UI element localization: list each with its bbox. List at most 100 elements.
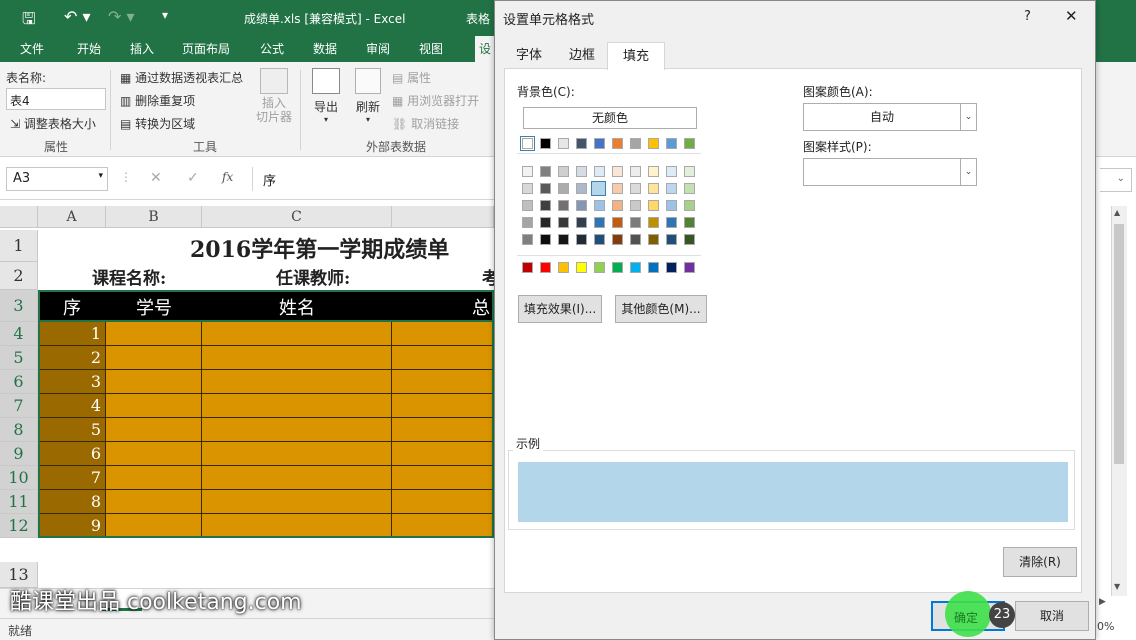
data-cell[interactable]	[106, 394, 202, 418]
theme-color-swatch[interactable]	[576, 138, 587, 149]
tint-color-swatch[interactable]	[612, 166, 623, 177]
tint-color-swatch[interactable]	[666, 166, 677, 177]
data-cell[interactable]	[202, 394, 392, 418]
tab-home[interactable]: 开始	[77, 40, 101, 57]
theme-color-swatch[interactable]	[612, 138, 623, 149]
save-icon[interactable]: 🖫	[22, 8, 36, 35]
tab-design[interactable]: 设	[475, 36, 496, 62]
standard-color-swatch[interactable]	[630, 262, 641, 273]
tab-insert[interactable]: 插入	[130, 40, 154, 57]
standard-color-swatch[interactable]	[540, 262, 551, 273]
seq-cell[interactable]: 6	[38, 442, 106, 466]
tint-color-swatch[interactable]	[540, 234, 551, 245]
ok-button-label[interactable]: 确定	[954, 609, 978, 626]
tint-color-swatch[interactable]	[630, 183, 641, 194]
tint-color-swatch[interactable]	[558, 200, 569, 211]
data-cell[interactable]	[392, 466, 494, 490]
selected-swatch-highlight[interactable]	[591, 181, 606, 196]
tint-color-swatch[interactable]	[666, 200, 677, 211]
tab-review[interactable]: 审阅	[366, 40, 390, 57]
header-student-id[interactable]: 学号	[106, 294, 202, 320]
row-header-5[interactable]: 5	[0, 346, 38, 370]
scrollbar-thumb[interactable]	[1114, 224, 1124, 464]
tint-color-swatch[interactable]	[648, 200, 659, 211]
tint-color-swatch[interactable]	[630, 200, 641, 211]
header-seq[interactable]: 序	[38, 294, 106, 320]
header-name[interactable]: 姓名	[202, 294, 392, 320]
scroll-down-icon[interactable]: ▼	[1114, 582, 1120, 591]
data-cell[interactable]	[392, 322, 494, 346]
tab-font[interactable]: 字体	[507, 42, 551, 69]
theme-color-swatch[interactable]	[558, 138, 569, 149]
data-cell[interactable]	[392, 514, 494, 538]
tint-color-swatch[interactable]	[684, 217, 695, 228]
seq-cell[interactable]: 2	[38, 346, 106, 370]
row-header-9[interactable]: 9	[0, 442, 38, 466]
data-cell[interactable]	[392, 394, 494, 418]
row-header-10[interactable]: 10	[0, 466, 38, 490]
tint-color-swatch[interactable]	[648, 234, 659, 245]
select-all-corner[interactable]	[0, 206, 38, 228]
tint-color-swatch[interactable]	[522, 166, 533, 177]
tint-color-swatch[interactable]	[558, 234, 569, 245]
tint-color-swatch[interactable]	[594, 234, 605, 245]
seq-cell[interactable]: 4	[38, 394, 106, 418]
tint-color-swatch[interactable]	[684, 166, 695, 177]
theme-color-swatch[interactable]	[630, 138, 641, 149]
theme-color-swatch[interactable]	[540, 138, 551, 149]
data-cell[interactable]	[106, 322, 202, 346]
theme-color-swatch[interactable]	[594, 138, 605, 149]
tab-view[interactable]: 视图	[419, 40, 443, 57]
chevron-down-icon[interactable]: ⌄	[960, 159, 976, 185]
tint-color-swatch[interactable]	[666, 183, 677, 194]
help-icon[interactable]: ?	[1024, 9, 1031, 24]
tint-color-swatch[interactable]	[612, 217, 623, 228]
data-cell[interactable]	[106, 442, 202, 466]
properties-button[interactable]: ▤ 属性	[392, 69, 431, 86]
tint-color-swatch[interactable]	[522, 183, 533, 194]
standard-color-swatch[interactable]	[576, 262, 587, 273]
chevron-down-icon[interactable]: ▾	[98, 171, 103, 181]
seq-cell[interactable]: 7	[38, 466, 106, 490]
tab-data[interactable]: 数据	[313, 40, 337, 57]
standard-color-swatch[interactable]	[612, 262, 623, 273]
scroll-right-icon[interactable]: ▶	[1099, 597, 1106, 607]
refresh-button[interactable]: 刷新 ▾	[350, 68, 386, 124]
data-cell[interactable]	[392, 370, 494, 394]
data-cell[interactable]	[106, 418, 202, 442]
row-header-11[interactable]: 11	[0, 490, 38, 514]
cancel-icon[interactable]: ✕	[150, 170, 162, 186]
enter-icon[interactable]: ✓	[187, 170, 199, 186]
tint-color-swatch[interactable]	[576, 183, 587, 194]
data-cell[interactable]	[202, 346, 392, 370]
row-header-1[interactable]: 1	[0, 230, 38, 262]
header-total[interactable]: 总	[472, 294, 490, 320]
column-header-d[interactable]	[392, 206, 494, 228]
tint-color-swatch[interactable]	[648, 217, 659, 228]
data-cell[interactable]	[392, 418, 494, 442]
insert-slicer-button[interactable]: 插入 切片器	[256, 68, 292, 124]
pattern-color-select[interactable]: 自动 ⌄	[803, 103, 977, 131]
data-cell[interactable]	[106, 346, 202, 370]
standard-color-swatch[interactable]	[684, 262, 695, 273]
theme-color-swatch[interactable]	[684, 138, 695, 149]
tint-color-swatch[interactable]	[576, 217, 587, 228]
cancel-button[interactable]: 取消	[1015, 601, 1089, 631]
row-header-6[interactable]: 6	[0, 370, 38, 394]
tab-file[interactable]: 文件	[20, 40, 44, 57]
customize-qat-icon[interactable]: ▾	[162, 8, 168, 22]
tint-color-swatch[interactable]	[576, 234, 587, 245]
tint-color-swatch[interactable]	[648, 183, 659, 194]
column-header-c[interactable]: C	[202, 206, 392, 228]
unlink-button[interactable]: ⛓ 取消链接	[392, 115, 459, 132]
tab-formulas[interactable]: 公式	[260, 40, 284, 57]
tint-color-swatch[interactable]	[522, 234, 533, 245]
tint-color-swatch[interactable]	[630, 234, 641, 245]
row-header-12[interactable]: 12	[0, 514, 38, 538]
theme-color-swatch[interactable]	[666, 138, 677, 149]
data-cell[interactable]	[202, 490, 392, 514]
tint-color-swatch[interactable]	[684, 234, 695, 245]
undo-icon[interactable]: ↶ ▾	[64, 7, 91, 26]
close-icon[interactable]: ✕	[1065, 7, 1078, 25]
data-cell[interactable]	[202, 370, 392, 394]
